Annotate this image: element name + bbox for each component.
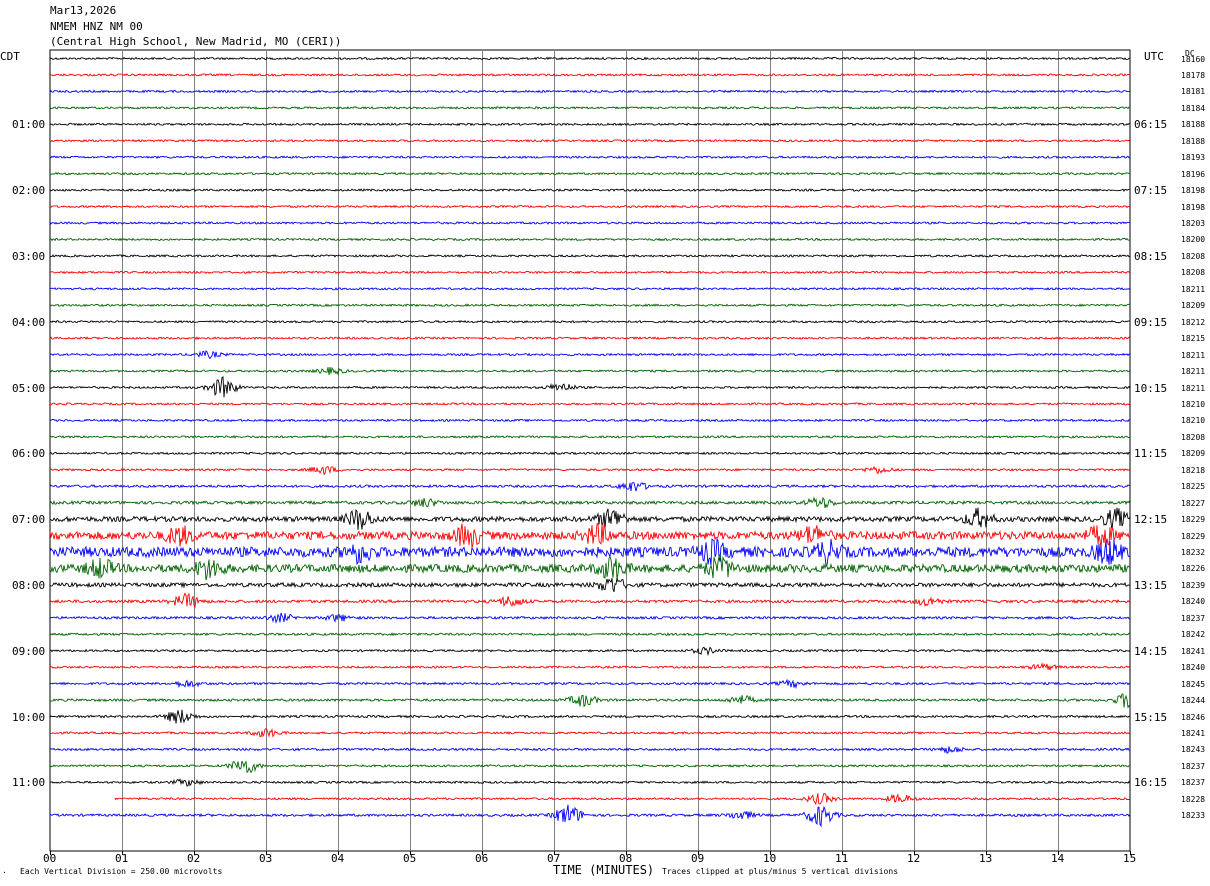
x-axis-title: TIME (MINUTES) — [553, 863, 655, 877]
trace-line — [49, 366, 1131, 376]
trace-line — [49, 632, 1131, 637]
clip-note: Traces clipped at plus/minus 5 vertical … — [662, 867, 899, 876]
trace-line — [49, 188, 1130, 193]
trace-line — [49, 804, 1131, 828]
trace-line — [49, 746, 1131, 754]
trace-line — [49, 319, 1131, 324]
trace-line — [49, 155, 1131, 160]
trace-line — [49, 646, 1131, 657]
trace-line — [49, 678, 1131, 690]
corner-mark: . — [2, 866, 7, 875]
trace-line — [49, 553, 1131, 581]
trace-line — [49, 434, 1131, 439]
x-tick-label: 15 — [1123, 852, 1137, 865]
scale-note: Each Vertical Division = 250.00 microvol… — [20, 867, 223, 876]
trace-line — [49, 270, 1131, 275]
trace-line — [49, 592, 1131, 609]
x-tick-label: 00 — [43, 852, 57, 865]
trace-line — [49, 612, 1131, 624]
x-tick-label: 02 — [187, 852, 201, 865]
trace-line — [49, 286, 1131, 291]
trace-line — [49, 138, 1131, 143]
trace-line — [49, 577, 1131, 592]
trace-line — [49, 507, 1131, 530]
x-tick-label: 10 — [763, 852, 777, 865]
trace-line — [49, 221, 1131, 225]
x-tick-label: 03 — [259, 852, 273, 865]
trace-line — [49, 693, 1131, 709]
trace-line — [49, 538, 1130, 567]
trace-line — [49, 204, 1131, 209]
helicorder-plot — [49, 49, 1131, 855]
trace-line — [49, 496, 1131, 509]
trace-line — [49, 336, 1131, 341]
trace-line — [49, 56, 1131, 61]
trace-line — [49, 402, 1131, 406]
x-tick-label: 11 — [835, 852, 849, 865]
trace-line — [49, 106, 1131, 110]
trace-line — [49, 349, 1131, 360]
x-tick-label: 06 — [475, 852, 489, 865]
trace-line — [49, 522, 1131, 549]
trace-line — [49, 662, 1131, 671]
trace-line — [49, 376, 1131, 398]
trace-line — [49, 451, 1131, 456]
x-tick-label: 05 — [403, 852, 417, 865]
trace-line — [49, 465, 1131, 476]
trace-line — [114, 793, 1130, 806]
trace-line — [49, 89, 1130, 94]
trace-line — [49, 778, 1131, 787]
trace-line — [49, 760, 1131, 774]
x-tick-label: 14 — [1051, 852, 1065, 865]
x-tick-label: 04 — [331, 852, 345, 865]
trace-line — [49, 728, 1131, 738]
plot-frame — [49, 49, 1131, 852]
trace-line — [49, 237, 1131, 242]
x-tick-label: 12 — [907, 852, 921, 865]
trace-line — [49, 709, 1131, 724]
trace-line — [50, 253, 1131, 258]
trace-line — [49, 171, 1131, 176]
trace-line — [49, 303, 1131, 308]
trace-line — [49, 418, 1131, 423]
trace-line — [49, 73, 1131, 77]
x-tick-label: 13 — [979, 852, 993, 865]
trace-line — [49, 482, 1131, 492]
x-tick-label: 01 — [115, 852, 129, 865]
trace-line — [49, 122, 1131, 127]
x-tick-label: 09 — [691, 852, 705, 865]
